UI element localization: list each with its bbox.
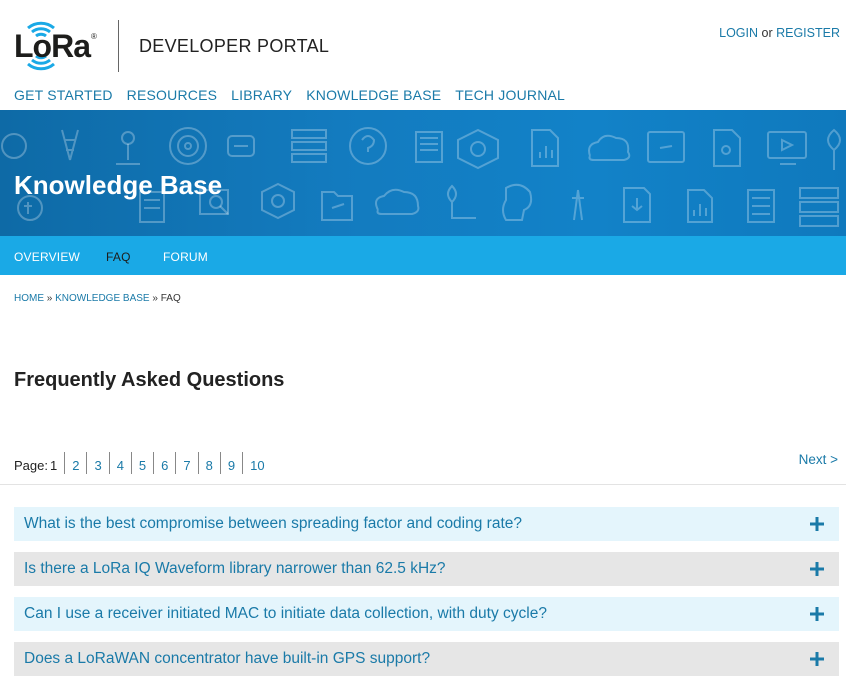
pagination: Page: 1 2 3 4 5 6 7 8 9 10 [14,452,272,474]
hero-banner: Knowledge Base [0,110,846,236]
page-9[interactable]: 9 [219,452,242,474]
plus-icon[interactable] [807,649,827,669]
main-nav: GET STARTED RESOURCES LIBRARY KNOWLEDGE … [14,87,565,103]
nav-tech-journal[interactable]: TECH JOURNAL [455,87,565,103]
page-10[interactable]: 10 [242,452,271,474]
breadcrumb-separator: » [44,293,56,304]
plus-icon[interactable] [807,604,827,624]
page-4[interactable]: 4 [108,452,131,474]
section-divider [0,484,846,485]
nav-knowledge-base[interactable]: KNOWLEDGE BASE [306,87,441,103]
page-3[interactable]: 3 [86,452,108,474]
subnav-forum[interactable]: FORUM [163,250,208,264]
auth-or: or [758,26,777,40]
portal-title: DEVELOPER PORTAL [139,36,330,56]
page-6[interactable]: 6 [153,452,175,474]
nav-resources[interactable]: RESOURCES [127,87,217,103]
faq-item[interactable]: Is there a LoRa IQ Waveform library narr… [14,552,839,586]
page-8[interactable]: 8 [197,452,220,474]
faq-question: Is there a LoRa IQ Waveform library narr… [24,560,446,577]
logo-wordmark: LoRa® [14,28,97,64]
page-title: Frequently Asked Questions [14,369,285,391]
site-header: LoRa® DEVELOPER PORTAL LOGIN or REGISTER… [0,0,846,110]
pagination-label: Page: [14,458,48,473]
faq-question: Does a LoRaWAN concentrator have built-i… [24,650,431,667]
register-link[interactable]: REGISTER [776,26,840,40]
page-7[interactable]: 7 [175,452,197,474]
next-page-link[interactable]: Next > [799,452,838,467]
faq-item[interactable]: Does a LoRaWAN concentrator have built-i… [14,642,839,676]
login-link[interactable]: LOGIN [719,26,758,40]
sub-nav: OVERVIEW FAQ FORUM [0,236,846,275]
nav-library[interactable]: LIBRARY [231,87,292,103]
faq-question: Can I use a receiver initiated MAC to in… [24,605,547,622]
subnav-overview[interactable]: OVERVIEW [14,250,80,264]
faq-item[interactable]: What is the best compromise between spre… [14,507,839,541]
faq-item[interactable]: Can I use a receiver initiated MAC to in… [14,597,839,631]
nav-get-started[interactable]: GET STARTED [14,87,113,103]
page-1: 1 [49,458,58,473]
page-2[interactable]: 2 [64,452,86,474]
page-5[interactable]: 5 [130,452,153,474]
plus-icon[interactable] [807,559,827,579]
breadcrumb-home[interactable]: HOME [14,293,44,304]
subnav-faq[interactable]: FAQ [106,250,131,264]
plus-icon[interactable] [807,514,827,534]
breadcrumb-current: FAQ [160,293,181,304]
faq-question: What is the best compromise between spre… [24,515,522,532]
header-divider [118,20,119,72]
auth-links: LOGIN or REGISTER [719,26,840,40]
breadcrumb-knowledge-base[interactable]: KNOWLEDGE BASE [55,293,149,304]
lora-logo[interactable]: LoRa® [14,18,100,74]
breadcrumb-separator: » [149,293,161,304]
hero-title: Knowledge Base [14,170,223,200]
breadcrumb: HOME » KNOWLEDGE BASE » FAQ [14,293,181,304]
